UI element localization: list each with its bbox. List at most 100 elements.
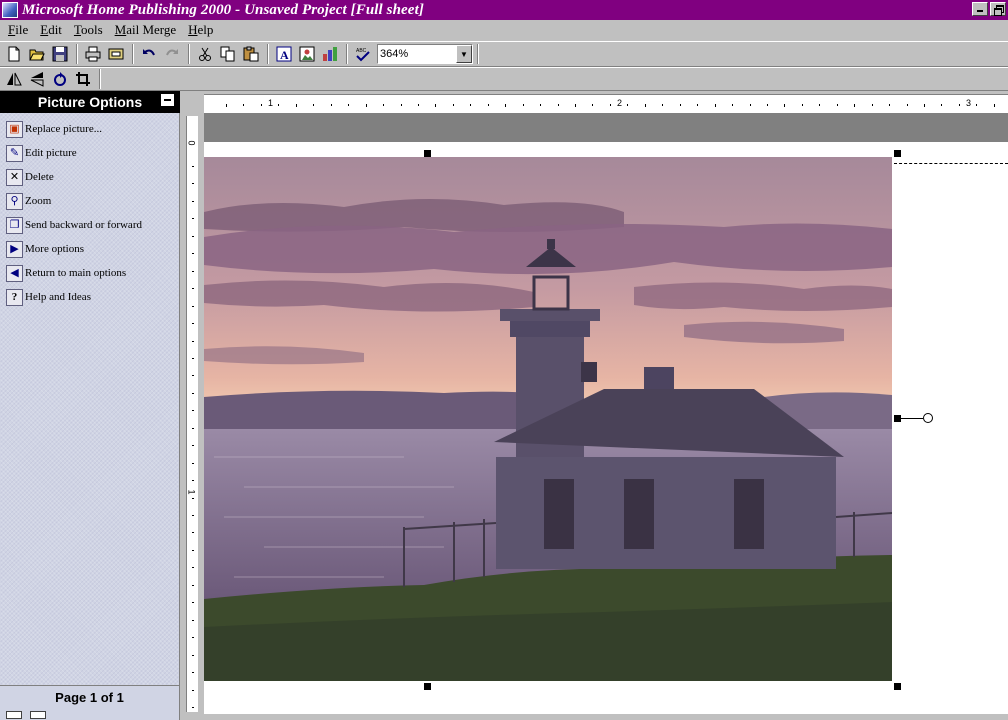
undo-icon[interactable] xyxy=(138,43,160,65)
ruler-tick xyxy=(192,410,194,412)
ruler-tick xyxy=(330,104,332,106)
copy-icon[interactable] xyxy=(217,43,239,65)
ruler-tick xyxy=(383,104,385,106)
ruler-tick xyxy=(993,104,995,107)
menu-file[interactable]: File xyxy=(2,22,34,38)
page-canvas[interactable] xyxy=(204,142,1008,720)
page-thumbnail-icon[interactable] xyxy=(6,711,22,719)
new-icon[interactable] xyxy=(3,43,25,65)
ruler-tick xyxy=(662,104,664,106)
lighthouse-photo[interactable] xyxy=(204,157,892,681)
menu-help[interactable]: Help xyxy=(182,22,219,38)
redo-icon[interactable] xyxy=(161,43,183,65)
minimize-button[interactable] xyxy=(972,2,988,16)
menu-tools[interactable]: Tools xyxy=(68,22,109,38)
option-send-backward-forward[interactable]: ❐ Send backward or forward xyxy=(0,213,179,237)
workspace xyxy=(204,114,1008,720)
ruler-tick xyxy=(609,104,611,106)
ruler-tick xyxy=(192,689,194,691)
ruler-tick xyxy=(522,104,524,106)
ruler-tick xyxy=(470,104,472,106)
picture-options-panel: ▣ Replace picture... ✎ Edit picture ✕ De… xyxy=(0,113,180,685)
ruler-tick xyxy=(417,104,419,106)
ruler-tick xyxy=(958,104,960,106)
rotation-handle[interactable] xyxy=(923,413,933,423)
crop-icon[interactable] xyxy=(72,68,94,90)
ruler-tick xyxy=(400,104,402,106)
ruler-number: 0 xyxy=(186,140,197,146)
resize-handle-bottom-middle[interactable] xyxy=(424,683,431,690)
open-icon[interactable] xyxy=(26,43,48,65)
option-help-ideas[interactable]: ? Help and Ideas xyxy=(0,285,179,309)
page-thumbnail-icon[interactable] xyxy=(30,711,46,719)
menu-mail-merge[interactable]: Mail Merge xyxy=(109,22,183,38)
print-preview-icon[interactable] xyxy=(105,43,127,65)
vertical-ruler[interactable]: 0 1 xyxy=(181,114,204,714)
design-gallery-icon[interactable] xyxy=(319,43,341,65)
option-replace-picture[interactable]: ▣ Replace picture... xyxy=(0,117,179,141)
resize-handle-top-right[interactable] xyxy=(894,150,901,157)
option-more-options[interactable]: ▶ More options xyxy=(0,237,179,261)
resize-handle-middle-right[interactable] xyxy=(894,415,901,422)
chevron-down-icon[interactable]: ▼ xyxy=(456,45,472,63)
zoom-icon: ⚲ xyxy=(6,192,23,210)
horizontal-ruler[interactable]: 1 2 3 xyxy=(204,94,1008,114)
ruler-tick xyxy=(435,104,437,107)
ruler-tick xyxy=(487,104,489,106)
paste-icon[interactable] xyxy=(240,43,262,65)
toolbar-separator xyxy=(346,44,348,64)
ruler-tick xyxy=(192,357,194,359)
picture-toolbar xyxy=(0,67,1008,91)
ruler-tick xyxy=(313,104,315,106)
flip-vertical-icon[interactable] xyxy=(26,68,48,90)
collapse-panel-icon[interactable] xyxy=(161,94,174,106)
ruler-tick xyxy=(192,515,194,516)
panel-header: Picture Options xyxy=(0,91,180,113)
send-backward-icon: ❐ xyxy=(6,216,23,234)
ruler-tick xyxy=(278,104,280,106)
ruler-tick xyxy=(192,602,194,604)
option-delete[interactable]: ✕ Delete xyxy=(0,165,179,189)
ruler-tick xyxy=(540,104,542,106)
restore-button[interactable] xyxy=(990,2,1006,16)
ruler-tick xyxy=(784,104,786,107)
cut-icon[interactable] xyxy=(194,43,216,65)
text-frame-icon[interactable]: A xyxy=(273,43,295,65)
ruler-tick xyxy=(192,253,194,255)
app-icon[interactable] xyxy=(2,2,18,18)
ruler-tick xyxy=(766,104,768,106)
toolbar-separator xyxy=(132,44,134,64)
ruler-tick xyxy=(889,104,891,106)
option-return-main[interactable]: ◀ Return to main options xyxy=(0,261,179,285)
ruler-tick xyxy=(575,104,576,107)
spelling-check-icon[interactable]: ABC xyxy=(352,43,374,65)
ruler-number: 2 xyxy=(617,98,623,108)
delete-icon: ✕ xyxy=(6,168,23,186)
ruler-tick xyxy=(505,104,507,107)
flip-horizontal-icon[interactable] xyxy=(3,68,25,90)
picture-frame-icon[interactable] xyxy=(296,43,318,65)
ruler-tick xyxy=(192,235,194,237)
ruler-tick xyxy=(697,104,699,106)
save-icon[interactable] xyxy=(49,43,71,65)
svg-text:A: A xyxy=(280,48,289,62)
option-zoom[interactable]: ⚲ Zoom xyxy=(0,189,179,213)
horizontal-scrollbar[interactable] xyxy=(181,714,1008,720)
resize-handle-bottom-right[interactable] xyxy=(894,683,901,690)
rotate-icon[interactable] xyxy=(49,68,71,90)
option-edit-picture[interactable]: ✎ Edit picture xyxy=(0,141,179,165)
menu-edit[interactable]: Edit xyxy=(34,22,68,38)
resize-handle-top-middle[interactable] xyxy=(424,150,431,157)
ruler-tick xyxy=(924,104,925,107)
ruler-tick xyxy=(192,462,194,464)
ruler-number: 1 xyxy=(268,98,274,108)
print-icon[interactable] xyxy=(82,43,104,65)
ruler-tick xyxy=(644,104,646,107)
panel-title: Picture Options xyxy=(37,94,143,110)
page-indicator: Page 1 of 1 xyxy=(55,690,124,705)
ruler-tick xyxy=(192,183,194,185)
ruler-tick xyxy=(348,104,350,106)
ruler-tick xyxy=(260,104,262,106)
toolbar-separator xyxy=(99,69,101,89)
zoom-combobox[interactable]: 364% ▼ xyxy=(377,44,473,64)
